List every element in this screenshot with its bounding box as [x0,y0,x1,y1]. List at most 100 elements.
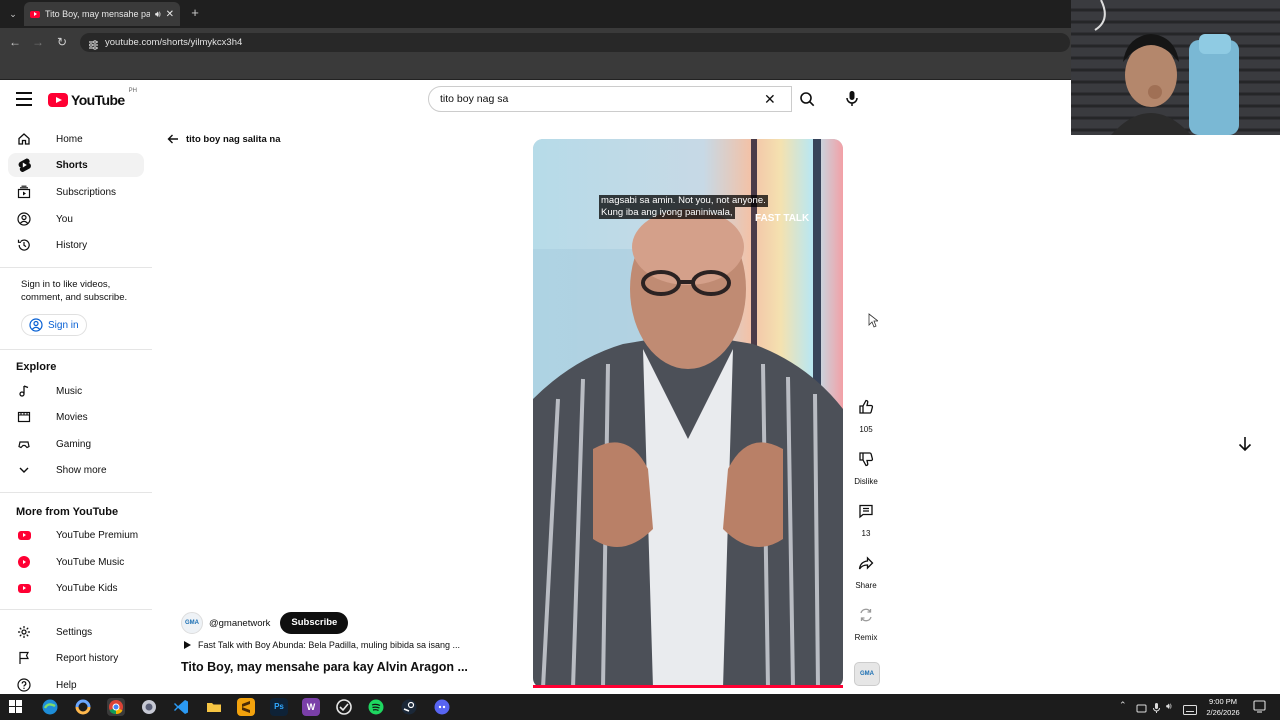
thumbs-up-icon [852,393,880,421]
mouse-cursor-icon [868,313,880,333]
sound-thumbnail[interactable]: GMA [854,662,880,686]
vscode-icon[interactable] [172,698,190,716]
sign-in-label: Sign in [48,319,79,331]
site-info-icon[interactable] [88,37,99,50]
sidebar-item-report-history[interactable]: Report history [8,646,144,670]
subscribe-button[interactable]: Subscribe [280,612,349,634]
play-icon [184,641,191,649]
search-input[interactable]: tito boy nag sa [428,86,792,112]
signin-prompt: Sign in to like videos, comment, and sub… [21,279,128,303]
sidebar-item-label: Subscriptions [56,186,117,198]
tray-app-icon[interactable] [1136,701,1147,719]
youtube-logo[interactable]: YouTube PH [48,88,137,108]
browser-tab[interactable]: Tito Boy, may mensahe para kay Alvin Ara… [24,2,180,26]
discord-icon[interactable] [433,698,451,716]
comment-icon [852,497,880,525]
channel-name[interactable]: @gmanetwork [209,618,270,629]
sidebar-item-youtube-music[interactable]: YouTube Music [8,550,144,574]
keyboard-icon[interactable] [1183,702,1197,720]
remix-icon [852,601,880,629]
remix-button[interactable]: Remix [852,601,880,642]
tray-chevron-icon[interactable]: ⌃ [1119,700,1127,711]
windows-start-icon[interactable] [9,700,22,718]
like-button[interactable]: 105 [852,393,880,434]
steam-icon[interactable] [400,698,418,716]
app-icon[interactable] [140,698,158,716]
related-video-link[interactable]: Fast Talk with Boy Abunda: Bela Padilla,… [182,640,482,650]
sublime-icon[interactable] [237,698,255,716]
dislike-button[interactable]: Dislike [852,445,880,486]
microphone-tray-icon[interactable] [1152,701,1161,719]
volume-icon[interactable]: 🔊︎ [1166,701,1172,712]
share-icon [852,549,880,577]
wampserver-icon[interactable]: W [302,698,320,716]
sidebar-item-show-more[interactable]: Show more [8,458,144,482]
short-title[interactable]: Tito Boy, may mensahe para kay Alvin Ara… [181,660,481,674]
sidebar-item-label: Settings [56,626,93,638]
video-progress-bar[interactable] [533,685,843,688]
photoshop-icon[interactable]: Ps [270,698,288,716]
address-bar[interactable]: youtube.com/shorts/yilmykcx3h4 [80,33,1070,52]
sidebar-item-youtube-kids[interactable]: YouTube Kids [8,576,144,600]
sidebar-item-youtube-premium[interactable]: YouTube Premium [8,523,144,547]
share-label: Share [855,581,877,590]
webcam-overlay [1071,0,1280,135]
sidebar-item-label: Gaming [56,438,92,450]
search-button[interactable] [791,86,823,112]
tab-close-icon[interactable]: ✕ [166,9,174,20]
menu-icon[interactable] [16,92,32,106]
short-video-player[interactable]: FAST TALK [533,139,843,688]
chrome-icon[interactable] [107,698,125,716]
open-source-app-icon[interactable] [335,698,353,716]
sidebar-item-you[interactable]: You [8,207,144,231]
thumbs-down-icon [852,445,880,473]
new-tab-icon[interactable]: + [188,6,202,20]
notifications-icon[interactable] [1253,700,1266,718]
edge-icon[interactable] [41,698,59,716]
explore-heading: Explore [16,361,57,373]
sign-in-button[interactable]: Sign in [21,314,87,336]
taskbar-clock[interactable]: 9:00 PM 2/26/2026 [1200,696,1246,718]
sidebar-item-label: Shorts [56,159,88,171]
movies-icon [16,409,32,425]
sidebar-item-shorts[interactable]: Shorts [8,153,144,177]
sidebar-item-movies[interactable]: Movies [8,405,144,429]
audio-playing-icon[interactable]: 🔊︎ [155,9,161,20]
sidebar-item-label: Home [56,133,83,145]
remix-label: Remix [854,633,878,642]
youtube-favicon-icon [30,10,40,18]
file-explorer-icon[interactable] [205,698,223,716]
comments-button[interactable]: 13 [852,497,880,538]
sidebar-divider [0,349,152,350]
sidebar-item-label: YouTube Kids [56,582,118,594]
tab-list-icon[interactable]: ⌄ [6,7,20,21]
explorer-app-icon[interactable] [74,698,92,716]
sidebar-item-subscriptions[interactable]: Subscriptions [8,180,144,204]
voice-search-button[interactable] [840,88,864,110]
forward-nav-icon[interactable]: → [31,35,45,49]
next-short-button[interactable] [1233,432,1257,456]
you-icon [16,211,32,227]
reload-icon[interactable]: ↻ [55,35,69,49]
back-nav-icon[interactable]: ← [8,35,22,49]
search-icon [800,92,815,107]
sidebar-item-gaming[interactable]: Gaming [8,432,144,456]
logo-text: YouTube [71,92,125,108]
back-to-search-button[interactable]: tito boy nag salita na [166,132,281,146]
windows-taskbar [0,694,1280,720]
channel-avatar[interactable]: GMA [181,612,203,634]
share-button[interactable]: Share [852,549,880,590]
clear-search-icon[interactable]: ✕ [764,90,776,108]
sidebar-item-music[interactable]: Music [8,379,144,403]
sidebar-item-settings[interactable]: Settings [8,620,144,644]
flag-icon [16,650,32,666]
sidebar-item-home[interactable]: Home [8,127,144,151]
youtube-logo-icon [48,93,68,107]
spotify-icon[interactable] [367,698,385,716]
sidebar-divider [0,267,152,268]
sidebar-item-label: Show more [56,464,107,476]
comments-count: 13 [861,529,871,538]
country-code: PH [128,88,137,94]
sidebar-item-history[interactable]: History [8,233,144,257]
subscriptions-icon [16,184,32,200]
